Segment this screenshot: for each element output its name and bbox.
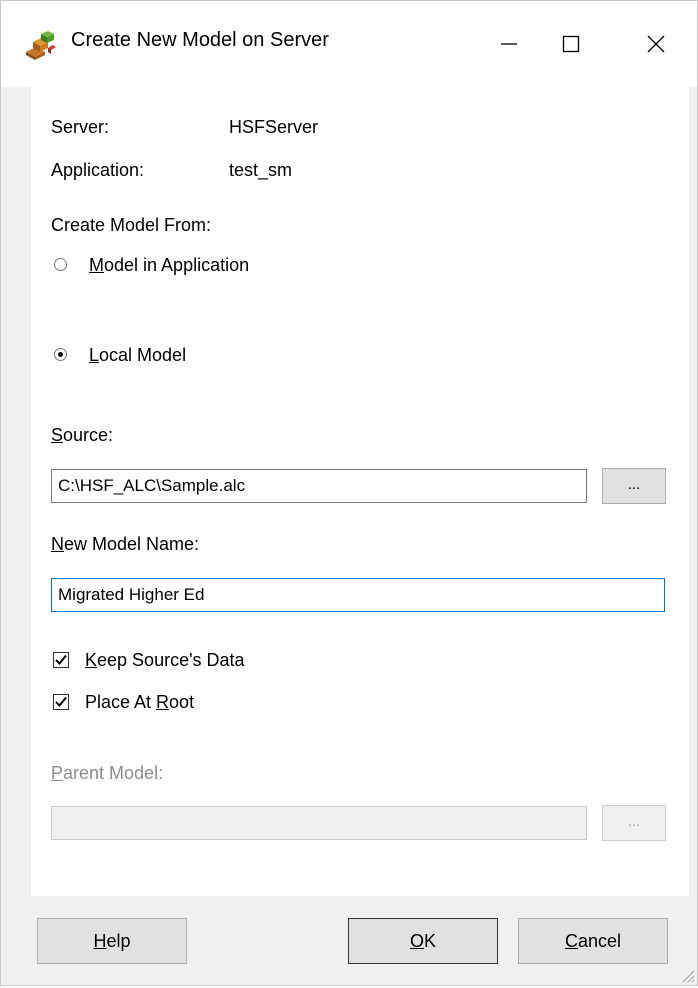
source-input[interactable]: C:\HSF_ALC\Sample.alc (51, 469, 587, 503)
help-button[interactable]: Help (37, 918, 187, 964)
checkmark-icon (55, 654, 67, 665)
application-label: Application: (51, 160, 145, 180)
place-at-root-label[interactable]: Place At Root (85, 692, 194, 713)
parent-model-browse-button[interactable]: ... (602, 805, 666, 841)
resize-grip-icon[interactable] (679, 967, 695, 983)
title-bar[interactable]: Create New Model on Server (1, 1, 697, 87)
parent-model-label: Parent Model: (51, 763, 164, 783)
minimize-icon (501, 43, 517, 45)
source-label: Source: (51, 425, 114, 445)
app-blocks-icon (23, 28, 57, 62)
radio-model-in-application[interactable] (54, 258, 67, 271)
source-browse-button[interactable]: ... (602, 468, 666, 504)
new-model-name-input[interactable]: Migrated Higher Ed (51, 578, 665, 612)
close-icon (647, 35, 665, 53)
cancel-button[interactable]: Cancel (518, 918, 668, 964)
create-model-dialog: Create New Model on Server Server: HSFSe… (0, 0, 698, 986)
radio-model-in-application-label[interactable]: Model in Application (89, 255, 249, 276)
form-panel: Server: HSFServer Application: test_sm C… (31, 87, 689, 896)
parent-model-input[interactable] (51, 806, 587, 840)
server-label: Server: (51, 117, 110, 137)
maximize-button[interactable] (525, 1, 617, 87)
keep-source-data-label[interactable]: Keep Source's Data (85, 650, 245, 671)
application-value: test_sm (229, 160, 293, 180)
radio-local-model[interactable] (54, 348, 67, 361)
radio-local-model-label[interactable]: Local Model (89, 345, 186, 366)
checkmark-icon (55, 696, 67, 707)
ok-button[interactable]: OK (348, 918, 498, 964)
create-from-label: Create Model From: (51, 215, 212, 235)
keep-source-data-checkbox[interactable] (53, 652, 69, 668)
maximize-icon (562, 35, 580, 53)
server-value: HSFServer (229, 117, 319, 137)
window-title: Create New Model on Server (71, 29, 329, 51)
close-button[interactable] (615, 1, 697, 87)
place-at-root-checkbox[interactable] (53, 694, 69, 710)
new-model-name-label: New Model Name: (51, 534, 200, 554)
